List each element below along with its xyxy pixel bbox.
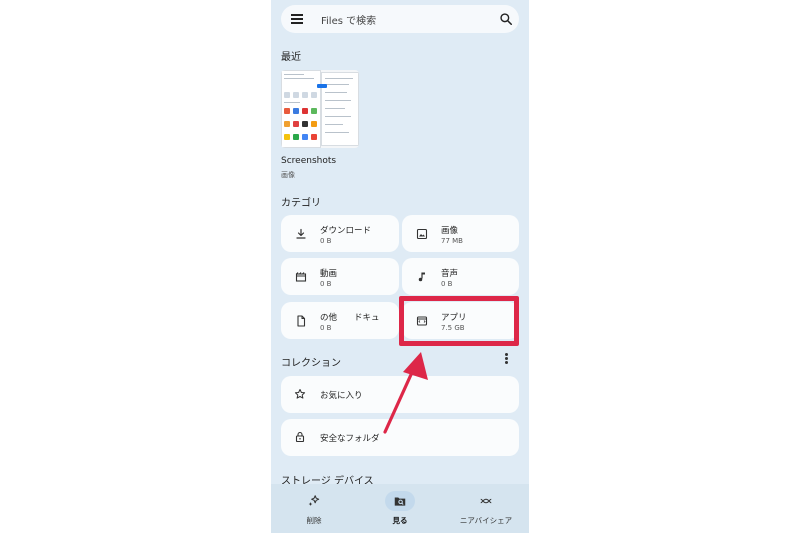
category-size: 0 B <box>320 324 332 332</box>
category-label: 画像 <box>441 226 459 236</box>
nav-label: 見る <box>392 516 408 525</box>
files-app-screen: Files で検索 最近 Screenshots 画像 カテゴリ ダウンロード … <box>271 0 529 533</box>
highlight-box <box>399 296 519 346</box>
search-placeholder[interactable]: Files で検索 <box>321 12 376 27</box>
category-label: 音声 <box>441 269 459 279</box>
screenshots-thumbnail[interactable] <box>281 70 359 148</box>
category-documents[interactable]: の他 ドキュ 0 B <box>281 302 399 339</box>
recent-section-title: 最近 <box>281 52 301 63</box>
category-label: 動画 <box>320 269 338 279</box>
category-size: 0 B <box>320 280 332 288</box>
nearby-share-icon <box>480 498 492 504</box>
recent-item-type: 画像 <box>281 171 295 179</box>
nav-label: 削除 <box>306 516 322 525</box>
download-icon <box>296 228 306 239</box>
category-images[interactable]: 画像 77 MB <box>402 215 519 252</box>
nav-clean[interactable]: 削除 <box>271 484 357 533</box>
search-icon[interactable] <box>499 12 513 26</box>
sparkle-icon <box>308 495 320 506</box>
search-bar[interactable]: Files で検索 <box>281 5 519 33</box>
lock-icon <box>295 431 305 443</box>
collections-section-title: コレクション <box>281 358 341 369</box>
more-options-icon[interactable] <box>505 353 509 365</box>
category-size: 0 B <box>320 237 332 245</box>
video-icon <box>295 272 307 282</box>
nav-nearby-share[interactable]: ニアバイシェア <box>443 484 529 533</box>
category-audio[interactable]: 音声 0 B <box>402 258 519 295</box>
music-note-icon <box>418 272 425 282</box>
menu-icon[interactable] <box>291 14 303 24</box>
browse-icon <box>394 497 406 506</box>
star-icon <box>294 389 306 399</box>
annotation-arrow-icon <box>383 352 428 434</box>
category-videos[interactable]: 動画 0 B <box>281 258 399 295</box>
image-icon <box>416 228 428 240</box>
category-downloads[interactable]: ダウンロード 0 B <box>281 215 399 252</box>
category-size: 0 B <box>441 280 453 288</box>
nav-browse[interactable]: 見る <box>357 484 443 533</box>
category-label: の他 ドキュ <box>320 313 380 323</box>
document-icon <box>297 315 306 327</box>
recent-item-name: Screenshots <box>281 156 337 166</box>
categories-section-title: カテゴリ <box>281 198 321 209</box>
nav-label: ニアバイシェア <box>459 516 513 525</box>
collection-label: お気に入り <box>320 391 363 401</box>
category-size: 77 MB <box>441 237 463 245</box>
category-label: ダウンロード <box>320 226 372 236</box>
bottom-navigation: 削除 見る ニアバイシェア <box>271 484 529 533</box>
